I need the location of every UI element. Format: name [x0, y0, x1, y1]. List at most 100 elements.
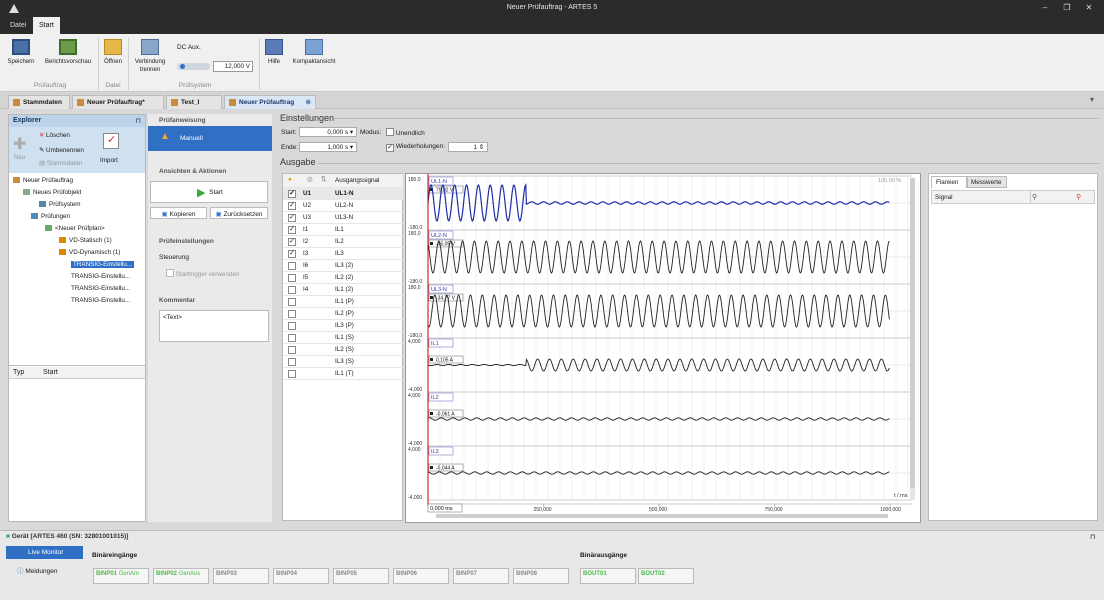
starttrigger-checkbox[interactable]: Starttrigger verwenden: [166, 269, 239, 278]
table-row[interactable]: ✓ U2 UL2-N: [283, 200, 403, 212]
checkbox[interactable]: [288, 310, 296, 318]
new-button[interactable]: Neu: [14, 155, 25, 161]
copy-button[interactable]: ▣ Kopieren: [150, 207, 207, 219]
tree-item[interactable]: VD-Statisch (1): [59, 237, 112, 244]
checkbox[interactable]: [166, 269, 174, 277]
repeat-count-field[interactable]: 1 ⇕: [448, 142, 488, 152]
checkbox[interactable]: ✓: [288, 238, 296, 246]
start-time-field[interactable]: 0,000 s ▾: [299, 127, 357, 137]
disconnect-button[interactable]: Verbindung trennen: [131, 39, 169, 74]
checkbox[interactable]: [288, 334, 296, 342]
tab-start[interactable]: Start: [33, 17, 60, 34]
checkbox[interactable]: [386, 128, 394, 136]
manual-mode-button[interactable]: ▲ Manuell: [148, 126, 272, 151]
infinite-checkbox[interactable]: Unendlich: [386, 128, 425, 137]
reset-button[interactable]: ▣ Zurücksetzen: [210, 207, 268, 219]
col-output-signal[interactable]: Ausgangssignal: [335, 177, 379, 184]
checkbox[interactable]: [288, 298, 296, 306]
table-row[interactable]: IL3 (P): [283, 320, 403, 332]
flank-rise-icon[interactable]: ⚲: [1032, 193, 1037, 201]
tab-flanken[interactable]: Flanken: [931, 176, 967, 188]
table-row[interactable]: I5 IL2 (2): [283, 272, 403, 284]
pin-icon[interactable]: ⊓: [1090, 533, 1095, 541]
checkbox[interactable]: [288, 358, 296, 366]
messages-button[interactable]: ⓘ Meldungen: [17, 565, 57, 575]
horizontal-scrollbar[interactable]: [436, 514, 888, 518]
scrollbar-thumb[interactable]: [910, 178, 915, 488]
checkbox-checked[interactable]: ✓: [386, 144, 394, 152]
checkbox[interactable]: ✓: [288, 190, 296, 198]
table-row[interactable]: ✓ I3 IL3: [283, 248, 403, 260]
close-tab-icon[interactable]: ⊗: [306, 96, 311, 110]
masterdata-button[interactable]: ▤ Stammdaten: [39, 160, 82, 167]
import-button[interactable]: Import: [100, 157, 118, 164]
table-row[interactable]: ✓ I1 IL1: [283, 224, 403, 236]
tree-item[interactable]: TRANSIG-Einstellu...: [71, 285, 130, 292]
tree-item[interactable]: Neuer Prüfauftrag: [13, 177, 73, 184]
table-row[interactable]: IL2 (S): [283, 344, 403, 356]
table-row[interactable]: IL1 (S): [283, 332, 403, 344]
checkbox[interactable]: ✓: [288, 250, 296, 258]
checkbox[interactable]: [288, 322, 296, 330]
checkbox[interactable]: ✓: [288, 226, 296, 234]
table-row[interactable]: IL1 (T): [283, 368, 403, 380]
tab-messwerte[interactable]: Messwerte: [967, 176, 1007, 188]
tree-item[interactable]: Prüfungen: [31, 213, 70, 220]
spinner-icon[interactable]: ⇕: [479, 144, 484, 151]
close-icon[interactable]: ✕: [1082, 3, 1096, 12]
checkbox[interactable]: [288, 262, 296, 270]
table-row[interactable]: IL3 (S): [283, 356, 403, 368]
rename-button[interactable]: ✎ Umbenennen: [39, 147, 84, 154]
dc-aux-value-field[interactable]: 12,000 V: [213, 61, 253, 72]
dc-aux-toggle[interactable]: [177, 63, 210, 70]
tab-stammdaten[interactable]: Stammdaten: [8, 95, 70, 109]
report-preview-button[interactable]: Berichtsvorschau: [42, 39, 94, 66]
start-button[interactable]: ▶ Start: [150, 181, 268, 203]
col-start[interactable]: Start: [43, 369, 58, 376]
tree-item[interactable]: Neues Prüfobjekt: [23, 189, 81, 196]
minimize-icon[interactable]: –: [1038, 3, 1052, 12]
tab-test-i[interactable]: Test_I: [166, 95, 222, 109]
table-row[interactable]: I4 IL1 (2): [283, 284, 403, 296]
open-button[interactable]: Öffnen: [101, 39, 125, 66]
checkbox[interactable]: [288, 370, 296, 378]
tab-neuer-pruefauftrag[interactable]: Neuer Prüfauftrag ⊗: [224, 95, 316, 109]
live-monitor-button[interactable]: Live Monitor: [6, 546, 83, 559]
pin-icon[interactable]: ⊓: [136, 117, 141, 125]
checkbox[interactable]: ✓: [288, 214, 296, 222]
delete-button[interactable]: ✕ Löschen: [39, 132, 70, 139]
tree-item[interactable]: Prüfsystem: [39, 201, 81, 208]
col-type[interactable]: Typ: [13, 369, 24, 376]
compact-view-button[interactable]: Kompaktansicht: [290, 39, 338, 66]
tree-item[interactable]: TRANSIG-Einstellu...: [71, 273, 130, 280]
plot-canvas[interactable]: 180,0-180,0UL1-N79,82 V180,0-180,0UL2-N-…: [406, 174, 922, 524]
restore-icon[interactable]: ❐: [1060, 3, 1074, 12]
table-row[interactable]: IL1 (P): [283, 296, 403, 308]
comment-field[interactable]: <Text>: [159, 310, 269, 342]
table-row[interactable]: ✓ I2 IL2: [283, 236, 403, 248]
end-time-field[interactable]: 1,000 s ▾: [299, 142, 357, 152]
col-signal[interactable]: Signal: [935, 194, 953, 201]
table-row[interactable]: I6 IL3 (2): [283, 260, 403, 272]
tree-item-selected[interactable]: TRANSIG-Einstellu...: [71, 261, 135, 268]
table-row[interactable]: IL2 (P): [283, 308, 403, 320]
table-row[interactable]: ✓ U1 UL1-N: [283, 188, 403, 200]
sort-icon[interactable]: ⇅: [321, 176, 326, 183]
tab-neuer-pruefauftrag-modified[interactable]: Neuer Prüfauftrag*: [72, 95, 164, 109]
checkbox[interactable]: ✓: [288, 202, 296, 210]
tree-item[interactable]: VD-Dynamisch (1): [59, 249, 120, 256]
tree-item[interactable]: TRANSIG-Einstellu...: [71, 297, 130, 304]
checkbox[interactable]: [288, 286, 296, 294]
flank-fall-icon[interactable]: ⚲: [1076, 193, 1081, 201]
dropdown-icon[interactable]: ▾: [350, 144, 353, 151]
repeat-checkbox[interactable]: ✓ Wiederholungen:: [386, 143, 445, 152]
save-button[interactable]: Speichern: [6, 39, 36, 66]
table-row[interactable]: ✓ U3 UL3-N: [283, 212, 403, 224]
checkbox[interactable]: [288, 346, 296, 354]
dropdown-icon[interactable]: ▾: [350, 129, 353, 136]
tab-list-chevron-icon[interactable]: ▾: [1090, 95, 1094, 104]
help-button[interactable]: Hilfe: [262, 39, 286, 66]
checkbox[interactable]: [288, 274, 296, 282]
tab-datei[interactable]: Datei: [4, 17, 32, 34]
tree-item[interactable]: <Neuer Prüfplan>: [45, 225, 105, 232]
